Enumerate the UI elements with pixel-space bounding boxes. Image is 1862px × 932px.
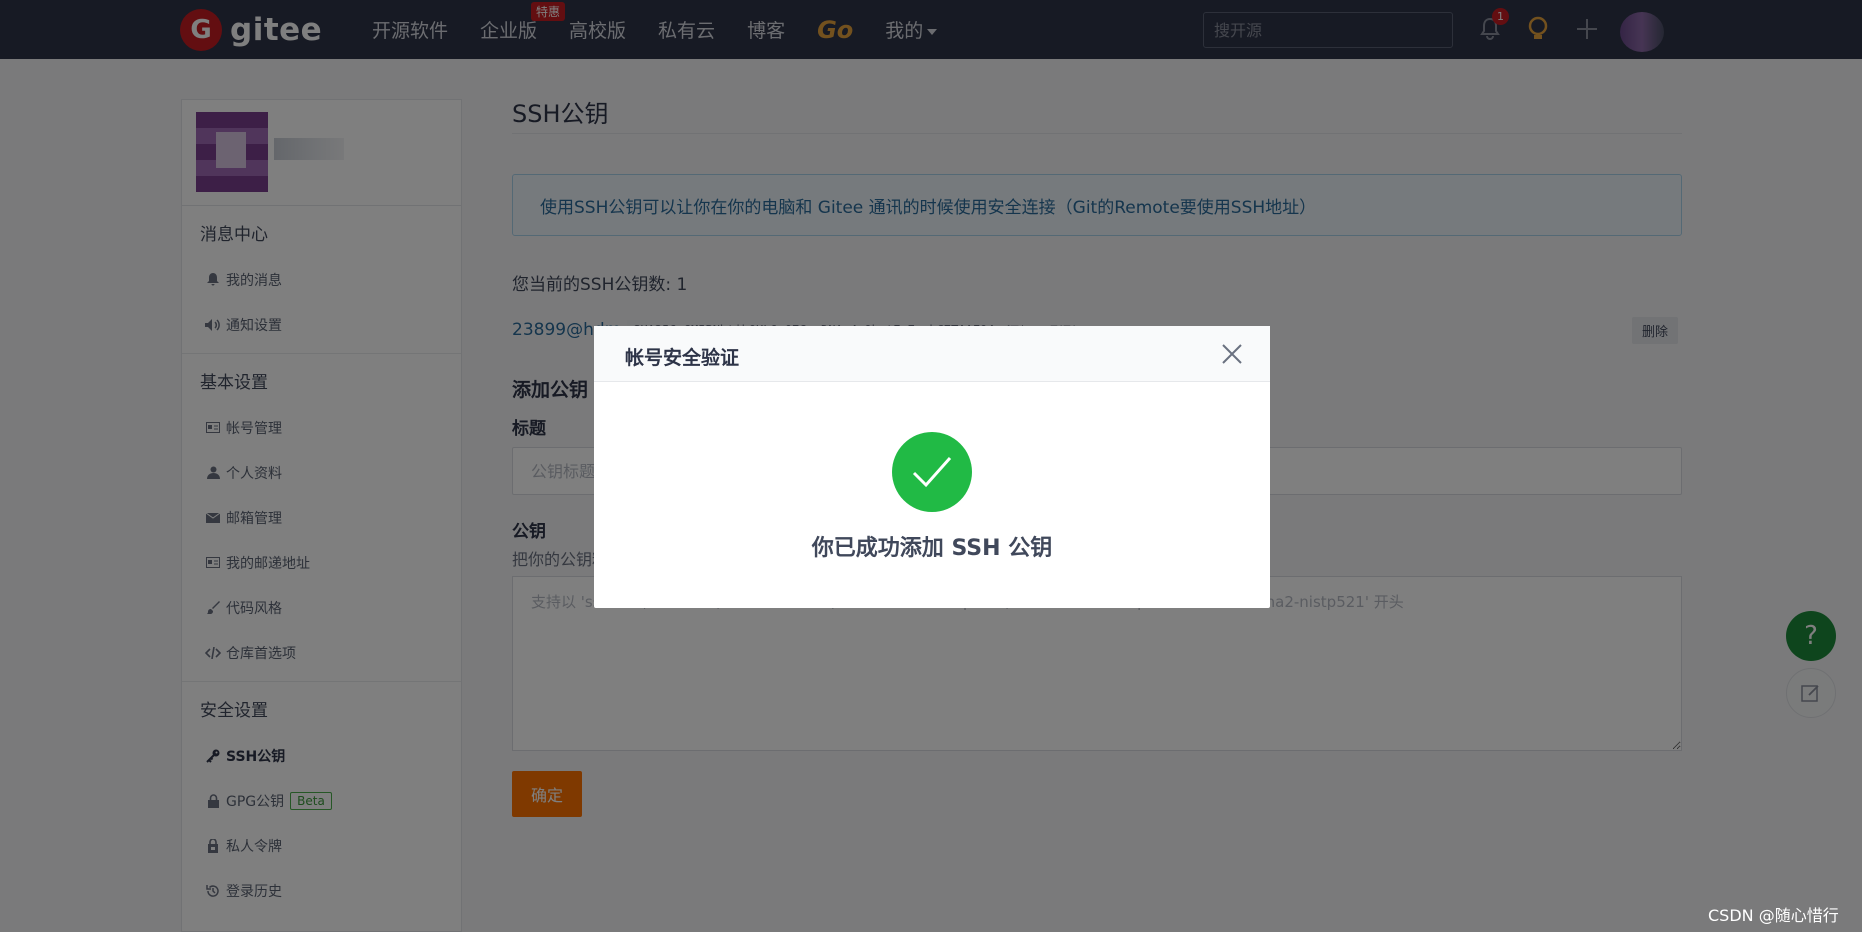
csdn-watermark: CSDN @随心惜行 — [1708, 906, 1839, 925]
dialog-title: 帐号安全验证 — [625, 347, 740, 369]
success-badge — [892, 432, 972, 512]
security-verification-dialog: 帐号安全验证 你已成功添加 SSH 公钥 — [594, 326, 1270, 608]
dialog-header: 帐号安全验证 — [594, 326, 1270, 382]
checkmark-icon — [912, 457, 952, 488]
close-icon — [1222, 344, 1242, 364]
close-button[interactable] — [1220, 342, 1244, 366]
success-message: 你已成功添加 SSH 公钥 — [811, 536, 1053, 561]
dialog-body: 你已成功添加 SSH 公钥 — [594, 382, 1270, 608]
